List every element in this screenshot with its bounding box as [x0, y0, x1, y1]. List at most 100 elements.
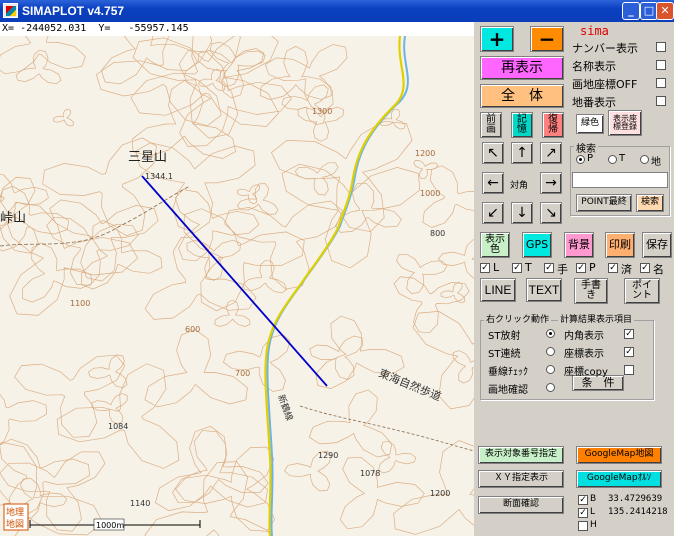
pan-w-button[interactable]: ←	[482, 172, 504, 194]
memory-button[interactable]: 記 憶	[511, 112, 533, 138]
right-click-option-radio[interactable]	[546, 329, 555, 338]
b-label: B	[590, 494, 597, 504]
layer-checkbox[interactable]: ✓	[576, 263, 586, 273]
sima-option-label: 画地座標OFF	[572, 78, 638, 91]
xy-display-button[interactable]: ＸＹ指定表示	[478, 470, 564, 488]
contour-label-2: 1200	[415, 149, 435, 158]
green-color-button[interactable]: 緑色	[576, 114, 604, 134]
right-click-option-label: ST放射	[488, 331, 521, 342]
l-value: 135.2414218	[608, 507, 668, 517]
pan-nw-button[interactable]: ↖	[482, 142, 504, 164]
calc-option-checkbox[interactable]: ✓	[624, 347, 634, 357]
map-canvas[interactable]: 三星山 1344.1 峠山 1300 1200 1000 1100 600 70…	[0, 36, 474, 536]
contour-label-1: 1300	[312, 107, 332, 116]
window-title: SIMAPLOT v4.757	[22, 4, 125, 18]
calc-option-label: 内角表示	[564, 331, 604, 342]
road-label: 新鶴線	[275, 393, 296, 422]
layer-label: P	[589, 261, 596, 274]
search-option-label: T	[619, 153, 626, 164]
trail-path	[299, 405, 474, 452]
section-check-button[interactable]: 断面確認	[478, 496, 564, 514]
spot-height-1: 1084	[108, 422, 128, 431]
layer-checkbox[interactable]: ✓	[480, 263, 490, 273]
prev-screen-button[interactable]: 前 画	[480, 112, 502, 138]
ridge-path	[0, 185, 191, 247]
sima-option-checkbox[interactable]	[656, 60, 666, 70]
right-click-option-radio[interactable]	[546, 347, 555, 356]
googlemap-ortho-button[interactable]: GoogleMapｵﾙｿ	[576, 470, 662, 488]
diagonal-label: 対角	[510, 181, 529, 191]
search-title: 検索	[574, 140, 598, 155]
layer-label: 手	[557, 263, 568, 276]
minimize-button[interactable]: _	[622, 2, 640, 20]
coord-register-button[interactable]: 表示座 標登録	[608, 110, 642, 136]
print-button[interactable]: 印刷	[605, 232, 635, 258]
point-last-button[interactable]: POINT最終	[576, 194, 632, 212]
zoom-in-button[interactable]: +	[480, 26, 514, 52]
spot-height-3: 1290	[318, 451, 338, 460]
search-option-label: P	[587, 153, 594, 164]
restore-button[interactable]: 復 帰	[542, 112, 564, 138]
pan-sw-button[interactable]: ↙	[482, 202, 504, 224]
river	[266, 36, 409, 536]
sima-option-label: ナンバー表示	[572, 42, 638, 55]
spot-height-2: 1078	[360, 469, 380, 478]
handwrite-tool-button[interactable]: 手書 き	[574, 278, 608, 304]
search-option-radio[interactable]	[640, 155, 649, 164]
y-value: -55957.145	[128, 23, 189, 34]
y-label: Y=	[98, 23, 111, 34]
zoom-out-button[interactable]: −	[530, 26, 564, 52]
h-checkbox[interactable]	[578, 521, 588, 531]
overall-button[interactable]: 全 体	[480, 84, 564, 108]
calc-option-checkbox[interactable]: ✓	[624, 329, 634, 339]
right-click-title: 右クリック動作	[484, 312, 552, 325]
point-tool-button[interactable]: ポイ ント	[624, 278, 660, 304]
contour-label-5: 600	[185, 325, 200, 334]
layer-checkbox[interactable]: ✓	[544, 263, 554, 273]
search-button[interactable]: 検索	[636, 194, 664, 212]
close-button[interactable]: ✕	[656, 2, 674, 20]
sima-option-checkbox[interactable]	[656, 96, 666, 106]
pan-ne-button[interactable]: ↗	[540, 142, 562, 164]
right-click-option-radio[interactable]	[546, 365, 555, 374]
l-checkbox[interactable]: ✓	[578, 508, 588, 518]
contour-label-6: 700	[235, 369, 250, 378]
pan-e-button[interactable]: →	[540, 172, 562, 194]
b-checkbox[interactable]: ✓	[578, 495, 588, 505]
layer-checkbox[interactable]: ✓	[512, 263, 522, 273]
peak-label: 三星山	[128, 150, 167, 165]
title-bar: SIMAPLOT v4.757 _ □ ✕	[0, 0, 674, 22]
layer-checkbox[interactable]: ✓	[640, 263, 650, 273]
save-file-button[interactable]: 保存	[642, 232, 672, 258]
x-label: X=	[2, 23, 15, 34]
right-click-option-radio[interactable]	[546, 383, 555, 392]
googlemap-button[interactable]: GoogleMap地図	[576, 446, 662, 464]
layer-checkbox[interactable]: ✓	[608, 263, 618, 273]
layer-label: 済	[621, 263, 632, 276]
pan-s-button[interactable]: ↓	[511, 202, 533, 224]
text-tool-button[interactable]: TEXT	[526, 278, 562, 302]
search-option-radio[interactable]	[608, 155, 617, 164]
background-button[interactable]: 背景	[564, 232, 594, 258]
calc-result-title: 計算結果表示項目	[558, 312, 635, 325]
gps-button[interactable]: GPS	[522, 232, 552, 258]
redisplay-button[interactable]: 再表示	[480, 56, 564, 80]
measure-line	[141, 175, 328, 387]
calc-option-label: 座標表示	[564, 349, 604, 360]
layer-label: L	[493, 261, 500, 274]
sima-option-checkbox[interactable]	[656, 78, 666, 88]
calc-option-checkbox[interactable]	[624, 365, 634, 375]
control-panel: + − 再表示 全 体 前 画 記 憶 復 帰 sima 緑色 表示座 標登録 …	[474, 22, 674, 536]
pan-n-button[interactable]: ↑	[511, 142, 533, 164]
sima-option-checkbox[interactable]	[656, 42, 666, 52]
search-option-radio[interactable]	[576, 155, 585, 164]
line-tool-button[interactable]: LINE	[480, 278, 516, 302]
display-color-button[interactable]: 表示 色	[480, 232, 510, 258]
x-value: -244052.031	[20, 23, 87, 34]
pan-se-button[interactable]: ↘	[540, 202, 562, 224]
target-number-button[interactable]: 表示対象番号指定	[478, 446, 564, 464]
h-label: H	[590, 520, 597, 530]
b-value: 33.4729639	[608, 494, 663, 504]
spot-height-4: 1140	[130, 499, 150, 508]
search-input[interactable]	[572, 172, 668, 188]
